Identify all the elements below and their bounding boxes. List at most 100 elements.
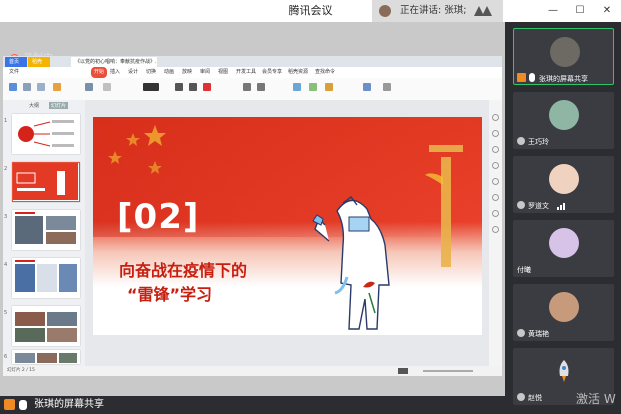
participant-name: 赵悦 (528, 394, 542, 402)
thumb-image (18, 120, 74, 147)
paste-icon[interactable] (9, 83, 17, 91)
menu-animation[interactable]: 动画 (164, 67, 174, 78)
slide-thumbnail-active[interactable] (12, 162, 80, 202)
speaking-indicator: 正在讲话: 张琪; (372, 0, 503, 22)
tool-icon[interactable] (492, 130, 499, 137)
menu-review[interactable]: 审阅 (200, 67, 210, 78)
participant-tile[interactable]: 付曦 (513, 220, 614, 277)
copy-icon[interactable] (37, 83, 45, 91)
share-user-icon (4, 399, 15, 410)
align-center-icon[interactable] (257, 83, 265, 91)
speaking-label: 正在讲话: 张琪; (400, 5, 467, 16)
slide-thumbnail[interactable] (12, 210, 80, 250)
participant-tile[interactable]: 张琪的屏幕共享 (513, 28, 614, 85)
wps-window: 首页 稻壳 《以党的初心唱响：奉献抗疫作战》.pptx 文件 开始 插入 设计 … (3, 56, 502, 376)
tab-document[interactable]: 《以党的初心唱响：奉献抗疫作战》.pptx (71, 57, 157, 67)
textbox-icon[interactable] (293, 83, 301, 91)
participant-name: 付曦 (517, 266, 531, 274)
participant-tile[interactable]: 王巧玲 (513, 92, 614, 149)
mic-icon (529, 73, 535, 82)
menu-start[interactable]: 开始 (91, 67, 108, 78)
slide-thumbnail[interactable] (12, 258, 80, 298)
slide-thumbnail[interactable] (12, 114, 80, 154)
align-left-icon[interactable] (243, 83, 251, 91)
participant-name: 王巧玲 (528, 138, 549, 146)
menu-search[interactable]: 查找命令 (315, 67, 335, 78)
tool-icon[interactable] (492, 162, 499, 169)
new-slide-icon[interactable] (53, 83, 61, 91)
thumb-number: 2 (4, 166, 8, 172)
menu-transition[interactable]: 切换 (146, 67, 156, 78)
slide-editor-canvas[interactable]: [02] 向奋战在疫情下的 “雷锋”学习 (85, 100, 489, 366)
thumb-number: 3 (4, 214, 8, 220)
speaker-avatar (379, 5, 391, 17)
menu-file[interactable]: 文件 (9, 67, 19, 78)
menu-docer-resources[interactable]: 稻壳资源 (288, 67, 308, 78)
menu-insert[interactable]: 插入 (110, 67, 120, 78)
menu-developer[interactable]: 开发工具 (236, 67, 256, 78)
tool-icon[interactable] (492, 194, 499, 201)
tab-slides[interactable]: 幻灯片 (49, 102, 69, 109)
tool-icon[interactable] (492, 114, 499, 121)
slide-thumbnail-panel: 大纲 幻灯片 1 2 3 4 5 6 (3, 100, 86, 366)
tool-icon[interactable] (492, 146, 499, 153)
slide-title-line2: “雷锋”学习 (127, 285, 213, 304)
menu-slideshow[interactable]: 放映 (182, 67, 192, 78)
layout-icon[interactable] (85, 83, 93, 91)
mic-icon (517, 393, 525, 401)
thumb-image (15, 353, 77, 363)
right-side-toolbar (489, 100, 502, 366)
thumb-image (13, 163, 78, 200)
slide-title-line1: 向奋战在疫情下的 (119, 261, 248, 280)
shape-icon[interactable] (309, 83, 317, 91)
tool-icon[interactable] (492, 210, 499, 217)
select-icon[interactable] (383, 83, 391, 91)
menu-view[interactable]: 视图 (218, 67, 228, 78)
app-title: 腾讯会议 (288, 4, 333, 17)
play-icon[interactable] (398, 368, 408, 374)
participant-name: 张琪的屏幕共享 (539, 75, 588, 83)
avatar (549, 100, 579, 130)
mic-icon (517, 137, 525, 145)
font-select[interactable] (143, 83, 159, 91)
participant-name: 黄瑞艳 (528, 330, 549, 338)
mic-icon (517, 329, 525, 337)
font-color-icon[interactable] (203, 83, 211, 91)
zoom-slider[interactable] (423, 370, 473, 372)
tab-docer[interactable]: 稻壳 (28, 57, 50, 67)
find-icon[interactable] (363, 83, 371, 91)
participants-panel: 张琪的屏幕共享 王巧玲 罗道文 付曦 黄瑞艳 赵悦 (505, 22, 621, 414)
close-button[interactable]: ✕ (595, 0, 619, 22)
tab-outline[interactable]: 大纲 (29, 102, 39, 109)
avatar (549, 228, 579, 258)
rocket-icon (559, 360, 569, 382)
mic-icon[interactable] (19, 400, 27, 410)
menu-member[interactable]: 会员专享 (262, 67, 282, 78)
thumb-image (15, 260, 77, 292)
maximize-button[interactable]: ☐ (568, 0, 592, 22)
wps-ribbon (3, 78, 502, 101)
participant-tile[interactable]: 罗道文 (513, 156, 614, 213)
bold-icon[interactable] (175, 83, 183, 91)
tab-home[interactable]: 首页 (5, 57, 27, 67)
tool-icon[interactable] (492, 178, 499, 185)
slide-thumbnail[interactable] (12, 350, 80, 364)
cut-icon[interactable] (23, 83, 31, 91)
participant-tile[interactable]: 黄瑞艳 (513, 284, 614, 341)
slide-thumbnail[interactable] (12, 306, 80, 346)
tool-icon[interactable] (492, 226, 499, 233)
italic-icon[interactable] (189, 83, 197, 91)
activation-watermark: 激活 W (576, 392, 616, 406)
minimize-button[interactable]: — (541, 0, 565, 22)
thumb-image (15, 212, 76, 244)
menu-design[interactable]: 设计 (128, 67, 138, 78)
thumb-number: 6 (4, 354, 8, 360)
wps-status-bar: 幻灯片 2 / 15 (3, 366, 502, 376)
share-user-icon (517, 73, 526, 82)
reset-icon[interactable] (103, 83, 111, 91)
slide-counter: 幻灯片 2 / 15 (7, 368, 35, 373)
wps-tab-strip: 首页 稻壳 《以党的初心唱响：奉献抗疫作战》.pptx (3, 56, 502, 67)
current-slide[interactable]: [02] 向奋战在疫情下的 “雷锋”学习 (93, 117, 482, 335)
thumb-number: 5 (4, 310, 8, 316)
arrange-icon[interactable] (325, 83, 333, 91)
